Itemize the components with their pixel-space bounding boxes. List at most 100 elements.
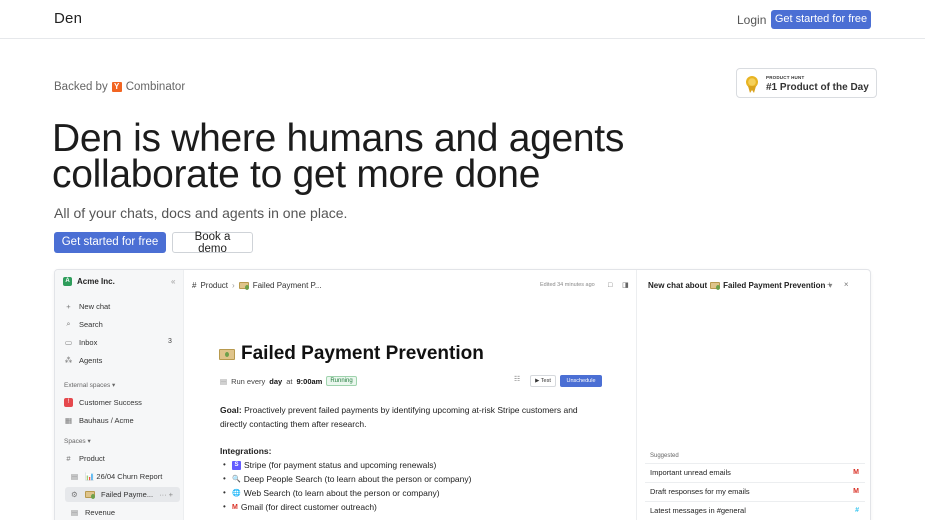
sidebar-item-label: Inbox [79, 337, 98, 347]
nav-get-started-button[interactable]: Get started for free [771, 10, 871, 29]
suggestion-label: Draft responses for my emails [650, 487, 750, 496]
test-button[interactable]: ▶ Test [530, 375, 556, 387]
sidebar-doc-failed-payment[interactable]: ⚙ Failed Payme... ··· + [70, 487, 173, 501]
sidebar-item-inbox[interactable]: ▭ Inbox [64, 335, 97, 349]
run-time[interactable]: 9:00am [296, 377, 322, 386]
yc-label: Combinator [125, 81, 186, 93]
sidebar-item-search[interactable]: ⌕ Search [64, 317, 103, 331]
sidebar-item-agents[interactable]: ⁂ Agents [64, 353, 103, 367]
bullet: • [223, 460, 226, 469]
external-spaces-header[interactable]: External spaces ▾ [64, 381, 115, 389]
goal-label: Goal: [220, 405, 242, 415]
sidebar-doc-churn-report[interactable]: ▤ 📊 26/04 Churn Report [70, 469, 162, 483]
gmail-icon: M [853, 488, 859, 495]
inbox-count-badge: 3 [168, 338, 172, 345]
integration-label: Web Search (to learn about the person or… [243, 488, 440, 498]
agents-icon: ⁂ [64, 355, 73, 365]
sidebar-item-new-chat[interactable]: + New chat [64, 299, 110, 313]
sidebar-item-bauhaus[interactable]: ▦ Bauhaus / Acme [64, 413, 134, 427]
integration-label: Stripe (for payment status and upcoming … [244, 460, 437, 470]
app-preview: A Acme Inc. « + New chat ⌕ Search ▭ Inbo… [54, 269, 871, 520]
edited-timestamp: Edited 34 minutes ago [540, 282, 595, 288]
hero-headline: Den is where humans and agents collabora… [52, 117, 652, 196]
integration-deep-search: 🔍 Deep People Search (to learn about the… [232, 474, 471, 484]
run-at: at [286, 376, 293, 386]
book-demo-line-1: Book a [194, 231, 231, 243]
product-hunt-badge[interactable]: PRODUCT HUNT #1 Product of the Day [736, 68, 877, 98]
get-started-button[interactable]: Get started for free [54, 232, 166, 253]
sidebar-item-label: Product [79, 453, 105, 463]
sidebar-item-label: Search [79, 319, 103, 329]
slack-icon: # [855, 507, 859, 514]
breadcrumb-doc[interactable]: Failed Payment P... [253, 281, 322, 290]
gmail-icon: M [853, 469, 859, 476]
headline-line-2: collaborate to get more done [52, 153, 541, 196]
sidebar-item-product[interactable]: # Product [64, 451, 105, 465]
suggested-label: Suggested [650, 453, 679, 459]
calendar-icon: ▤ [220, 376, 228, 386]
den-logo[interactable]: Den [54, 10, 82, 27]
book-demo-line-2: demo [198, 243, 227, 255]
document-pane: # Product › Failed Payment P... Edited 3… [184, 270, 637, 520]
workspace-name: Acme Inc. [77, 277, 115, 286]
hero-subtitle: All of your chats, docs and agents in on… [54, 205, 348, 221]
magnifier-icon: 🔍 [232, 476, 241, 483]
chat-pane: New chat about Failed Payment Prevention… [637, 270, 870, 520]
doc-toolbar-icons[interactable]: □ ◨ [608, 281, 633, 289]
automation-icon: ⚙ [71, 489, 78, 499]
suggestion-item[interactable]: Latest messages in #general # [645, 501, 865, 518]
unschedule-button[interactable]: Unschedule [560, 375, 602, 387]
backed-by-label: Backed by [54, 81, 108, 93]
suggestion-item[interactable]: Important unread emails M [645, 463, 865, 480]
inbox-icon: ▭ [64, 337, 73, 347]
book-demo-button[interactable]: Book a demo [172, 231, 253, 255]
integration-label: Deep People Search (to learn about the p… [243, 474, 472, 484]
bullet: • [223, 474, 226, 483]
badge-title: #1 Product of the Day [766, 82, 869, 93]
workspace-switcher[interactable]: A Acme Inc. [63, 277, 115, 286]
money-icon [219, 348, 235, 360]
breadcrumb-space[interactable]: Product [200, 281, 228, 290]
run-frequency[interactable]: day [269, 377, 282, 386]
top-nav: Den Login Get started for free [0, 0, 925, 39]
login-link[interactable]: Login [737, 13, 766, 27]
hash-icon: # [66, 453, 71, 463]
sidebar-doc-label: Revenue [85, 507, 116, 517]
chat-controls[interactable]: + × [827, 280, 854, 289]
integration-stripe: S Stripe (for payment status and upcomin… [232, 460, 436, 470]
sidebar-doc-label: 📊 26/04 Churn Report [85, 471, 163, 481]
breadcrumb-separator: › [232, 281, 235, 290]
settings-icon[interactable]: ☷ [514, 375, 520, 383]
document-title-text[interactable]: Failed Payment Prevention [241, 343, 484, 365]
bullet: • [223, 488, 226, 497]
goal-text: Proactively prevent failed payments by i… [220, 405, 578, 429]
suggestion-item[interactable]: Draft responses for my emails M [645, 482, 865, 499]
sidebar-item-label: New chat [79, 301, 111, 311]
stripe-icon: S [232, 460, 241, 470]
more-options-icon[interactable]: ··· + [159, 490, 173, 499]
sidebar: A Acme Inc. « + New chat ⌕ Search ▭ Inbo… [55, 270, 184, 520]
medal-icon [746, 76, 758, 93]
sidebar-item-label: Agents [79, 355, 103, 365]
breadcrumb: # Product › Failed Payment P... [192, 281, 321, 290]
backed-by-yc: Backed by Y Combinator [54, 81, 185, 93]
spaces-header[interactable]: Spaces ▾ [64, 437, 91, 445]
money-icon [710, 282, 721, 290]
sidebar-item-label: Bauhaus / Acme [79, 415, 134, 425]
globe-icon: 🌐 [232, 490, 241, 497]
run-prefix: Run every [231, 376, 266, 386]
collapse-sidebar-icon[interactable]: « [171, 277, 175, 286]
sidebar-item-customer-success[interactable]: ! Customer Success [64, 395, 142, 409]
suggestion-label: Important unread emails [650, 468, 731, 477]
chat-title[interactable]: New chat about Failed Payment Prevention… [648, 281, 832, 290]
money-icon [85, 490, 95, 499]
integration-web-search: 🌐 Web Search (to learn about the person … [232, 488, 440, 498]
integrations-heading: Integrations: [220, 446, 272, 456]
yc-logo-icon: Y [111, 82, 122, 92]
badge-source: PRODUCT HUNT [766, 75, 805, 80]
headline-line-1: Den is where humans and agents [52, 117, 625, 160]
hash-icon: # [192, 281, 197, 290]
sidebar-doc-revenue[interactable]: ▤ Revenue [70, 505, 115, 519]
document-icon: ▤ [70, 507, 79, 517]
sidebar-doc-label: Failed Payme... [101, 489, 154, 499]
